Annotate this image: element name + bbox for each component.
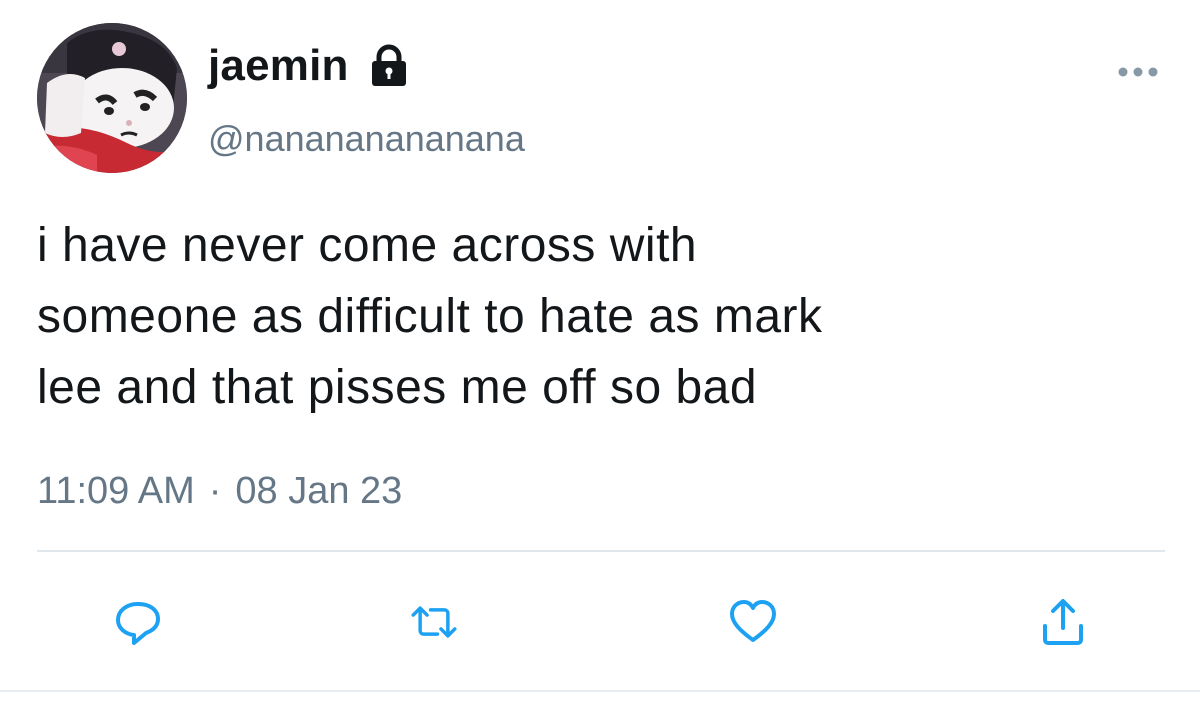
avatar[interactable]: [37, 23, 187, 173]
divider: [37, 550, 1165, 552]
more-options-icon[interactable]: [1116, 62, 1160, 82]
share-button[interactable]: [1037, 596, 1089, 648]
like-button[interactable]: [727, 596, 779, 648]
retweet-button[interactable]: [408, 596, 460, 648]
tweet-card: jaemin @nanananananana i have never come…: [0, 0, 1200, 710]
reply-icon: [116, 602, 160, 645]
share-icon: [1043, 599, 1083, 645]
heart-icon: [730, 600, 776, 642]
lock-icon: [369, 44, 409, 88]
display-name[interactable]: jaemin: [208, 41, 349, 91]
tweet-date: 08 Jan 23: [235, 470, 403, 512]
avatar-image: [37, 23, 187, 173]
bottom-divider: [0, 690, 1200, 692]
timestamp-separator: ·: [208, 470, 222, 512]
timestamp[interactable]: 11:09 AM · 08 Jan 23: [37, 470, 402, 513]
reply-button[interactable]: [112, 596, 164, 648]
user-handle[interactable]: @nanananananana: [208, 118, 525, 160]
tweet-text: i have never come across with someone as…: [37, 219, 823, 414]
tweet-time: 11:09 AM: [37, 470, 195, 512]
retweet-icon: [411, 606, 457, 638]
display-name-row: jaemin: [208, 38, 409, 94]
